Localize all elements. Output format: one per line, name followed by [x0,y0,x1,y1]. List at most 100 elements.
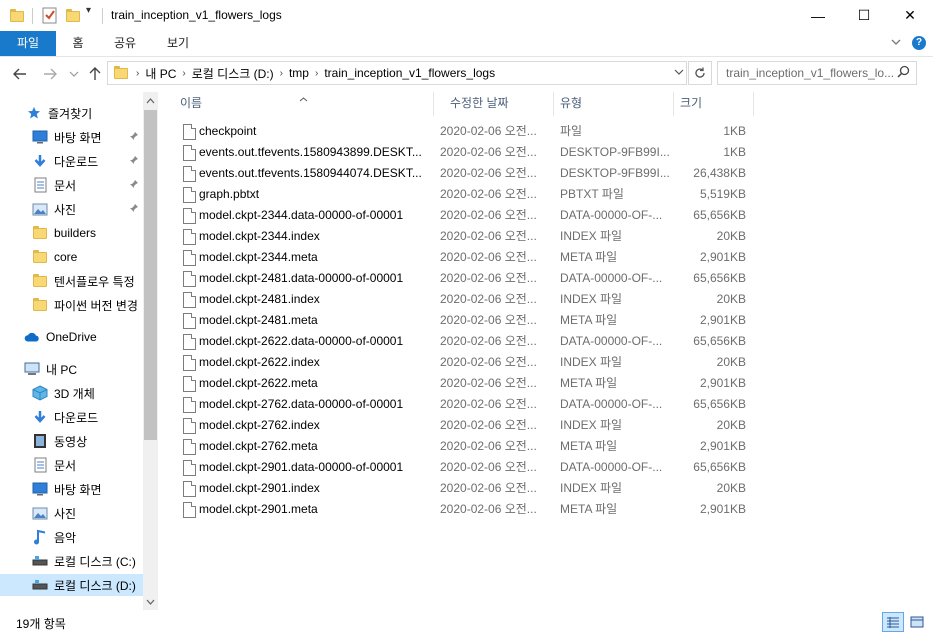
file-row[interactable]: model.ckpt-2344.meta 2020-02-06 오전... META… [175,247,755,268]
file-row[interactable]: model.ckpt-2622.data-00000-of-00001 2020-… [175,331,755,352]
chevron-down-icon[interactable] [674,65,684,82]
nav-item[interactable]: 파이썬 버전 변경 [0,294,143,316]
up-icon[interactable] [85,64,105,84]
nav-item[interactable]: 동영상 [0,430,143,452]
refresh-icon[interactable] [688,61,712,85]
file-row[interactable]: model.ckpt-2901.data-00000-of-00001 2020-… [175,457,755,478]
file-type: INDEX 파일 [560,481,623,495]
address-bar[interactable]: › 내 PC › 로컬 디스크 (D:) › tmp › train_incep… [107,61,687,85]
file-row[interactable]: model.ckpt-2762.data-00000-of-00001 2020-… [175,394,755,415]
file-row[interactable]: model.ckpt-2481.meta 2020-02-06 오전... META… [175,310,755,331]
file-list[interactable]: 이름 수정한 날짜 유형 크기 checkpoint 2020-02-06 오전.… [163,92,933,610]
nav-item[interactable]: 사진 [0,502,143,524]
customize-toolbar-icon[interactable]: ▾ [86,5,91,23]
maximize-button[interactable]: ☐ [841,0,887,31]
file-name: model.ckpt-2344.data-00000-of-00001 [199,208,404,222]
details-view-icon[interactable] [882,612,904,632]
file-row[interactable]: model.ckpt-2762.index 2020-02-06 오전... IND… [175,415,755,436]
nav-item[interactable]: 문서 [0,454,143,476]
large-icons-view-icon[interactable] [906,612,928,632]
scroll-thumb[interactable] [144,110,157,440]
file-row[interactable]: model.ckpt-2622.meta 2020-02-06 오전... META… [175,373,755,394]
file-date: 2020-02-06 오전... [440,292,537,306]
help-icon[interactable]: ? [912,34,926,50]
pin-icon[interactable] [129,131,139,144]
file-row[interactable]: model.ckpt-2481.data-00000-of-00001 2020-… [175,268,755,289]
chevron-right-icon[interactable]: › [136,68,139,79]
pin-icon[interactable] [129,155,139,168]
chevron-right-icon[interactable]: › [182,68,185,79]
nav-item-label: core [54,250,78,264]
nav-item[interactable]: 사진 [0,198,143,220]
tab-home[interactable]: 홈 [56,31,100,56]
forward-icon[interactable] [40,64,60,84]
close-button[interactable]: ✕ [887,0,933,31]
file-row[interactable]: model.ckpt-2481.index 2020-02-06 오전... IND… [175,289,755,310]
column-header-date[interactable]: 수정한 날짜 [433,92,553,116]
column-header-type[interactable]: 유형 [543,92,663,116]
file-icon [183,166,196,182]
scroll-down-icon[interactable] [143,593,158,610]
nav-scrollbar[interactable] [143,92,158,610]
back-icon[interactable] [10,64,30,84]
file-row[interactable]: graph.pbtxt 2020-02-06 오전... PBTXT 파일 5,519… [175,184,755,205]
chevron-down-icon[interactable] [890,36,902,51]
nav-item[interactable]: 즐겨찾기 [0,102,143,124]
nav-item[interactable]: 로컬 디스크 (D:) [0,574,143,596]
nav-item[interactable]: 내 PC [0,358,143,380]
search-icon [897,65,910,81]
chevron-right-icon[interactable]: › [315,68,318,79]
file-type: DATA-00000-OF-... [560,397,663,411]
scroll-up-icon[interactable] [143,92,158,109]
nav-item[interactable]: 텐서플로우 특정 [0,270,143,292]
nav-item[interactable]: core [0,246,143,268]
minimize-button[interactable]: — [795,0,841,31]
file-row[interactable]: model.ckpt-2901.meta 2020-02-06 오전... META… [175,499,755,520]
column-divider[interactable] [753,92,754,116]
column-header-name[interactable]: 이름 [163,92,433,116]
breadcrumb-drive-d[interactable]: 로컬 디스크 (D:) [192,65,274,82]
breadcrumb-tmp[interactable]: tmp [289,66,309,80]
nav-item[interactable]: 음악 [0,526,143,548]
file-name: events.out.tfevents.1580943899.DESKT... [199,145,422,159]
search-input[interactable]: train_inception_v1_flowers_lo... [717,61,917,85]
pin-icon[interactable] [129,203,139,216]
file-row[interactable]: model.ckpt-2901.index 2020-02-06 오전... IND… [175,478,755,499]
file-row[interactable]: model.ckpt-2344.data-00000-of-00001 2020-… [175,205,755,226]
recent-locations-icon[interactable] [64,64,84,84]
breadcrumb-current-folder[interactable]: train_inception_v1_flowers_logs [324,66,495,80]
nav-item-label: 내 PC [46,362,78,377]
new-folder-icon[interactable] [66,7,80,25]
nav-item[interactable]: 바탕 화면 [0,126,143,148]
nav-item[interactable]: OneDrive [0,326,143,348]
navigation-pane[interactable]: 즐겨찾기 바탕 화면 다운로드 문서 사진 builders core 텐서플로우 특정 파이썬… [0,92,158,610]
chevron-right-icon[interactable]: › [280,68,283,79]
nav-item[interactable]: builders [0,222,143,244]
nav-item[interactable]: 로컬 디스크 (C:) [0,550,143,572]
properties-icon[interactable] [42,6,58,24]
tab-view[interactable]: 보기 [150,31,206,56]
tab-file[interactable]: 파일 [0,31,56,56]
file-name: events.out.tfevents.1580944074.DESKT... [199,166,422,180]
nav-item[interactable]: 3D 개체 [0,382,143,404]
file-row[interactable]: events.out.tfevents.1580944074.DESKT... 2… [175,163,755,184]
file-row[interactable]: model.ckpt-2762.meta 2020-02-06 오전... META… [175,436,755,457]
tab-share[interactable]: 공유 [100,31,150,56]
file-row[interactable]: checkpoint 2020-02-06 오전... 파일 1KB [175,121,755,142]
column-header-size[interactable]: 크기 [663,92,753,116]
pin-icon[interactable] [129,179,139,192]
nav-item-label: 음악 [54,530,77,545]
file-row[interactable]: model.ckpt-2622.index 2020-02-06 오전... IND… [175,352,755,373]
file-row[interactable]: model.ckpt-2344.index 2020-02-06 오전... IND… [175,226,755,247]
file-icon [183,439,196,455]
breadcrumb-my-pc[interactable]: 내 PC [145,65,176,82]
file-size: 65,656KB [693,397,746,411]
file-row[interactable]: events.out.tfevents.1580943899.DESKT... 2… [175,142,755,163]
nav-item[interactable]: 다운로드 [0,150,143,172]
file-icon [183,460,196,476]
file-name: model.ckpt-2344.index [199,229,320,243]
nav-item[interactable]: 바탕 화면 [0,478,143,500]
nav-item[interactable]: 다운로드 [0,406,143,428]
address-row: › 내 PC › 로컬 디스크 (D:) › tmp › train_incep… [0,58,933,90]
nav-item[interactable]: 문서 [0,174,143,196]
